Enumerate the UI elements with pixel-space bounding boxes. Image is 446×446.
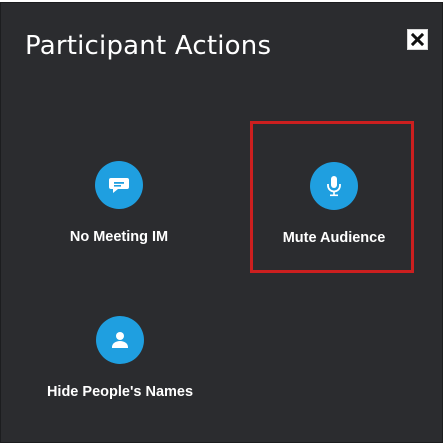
person-icon — [96, 316, 144, 364]
chat-bubble-icon — [95, 161, 143, 209]
hide-peoples-names-button[interactable]: Hide People's Names — [28, 278, 212, 428]
participant-actions-panel: Participant Actions No Meeting IM Mute A… — [0, 2, 443, 443]
microphone-icon — [310, 162, 358, 210]
close-icon — [411, 33, 424, 46]
mute-audience-button[interactable]: Mute Audience — [252, 124, 416, 276]
no-meeting-im-button[interactable]: No Meeting IM — [39, 123, 199, 273]
close-button[interactable] — [407, 29, 428, 50]
panel-title: Participant Actions — [25, 31, 272, 61]
no-meeting-im-label: No Meeting IM — [69, 229, 169, 245]
mute-audience-label: Mute Audience — [282, 230, 386, 246]
hide-peoples-names-label: Hide People's Names — [46, 384, 194, 400]
